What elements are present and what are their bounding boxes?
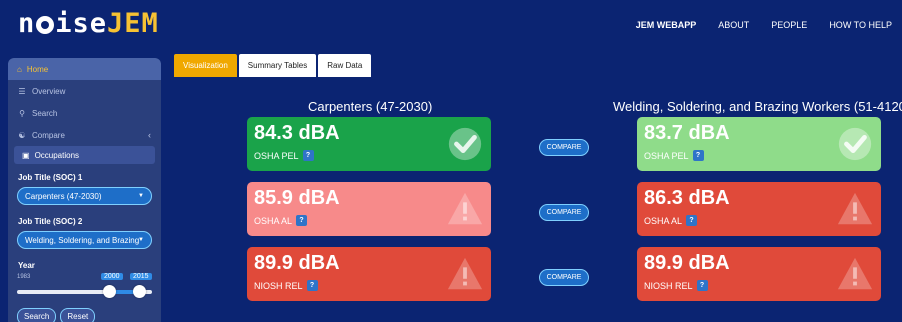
job1-label: Job Title (SOC) 1 (18, 173, 83, 182)
slider-thumb-from[interactable] (103, 285, 116, 298)
sidebar-item-compare[interactable]: ☯ Compare ‹ (8, 124, 161, 146)
sidebar-item-overview[interactable]: ☰ Overview (8, 80, 161, 102)
logo-text-ise: ise (55, 8, 108, 39)
standard-label: OSHA PEL? (644, 150, 704, 161)
standard-label: OSHA AL? (254, 215, 308, 226)
help-icon[interactable]: ? (696, 280, 708, 291)
help-icon[interactable]: ? (306, 280, 318, 291)
tab-summary-tables[interactable]: Summary Tables (238, 54, 317, 77)
standard-name: OSHA AL (254, 215, 293, 226)
sidebar-item-home[interactable]: ⌂ Home (8, 58, 161, 80)
sidebar-actions: Search Reset (17, 308, 152, 322)
nav-how-to-help[interactable]: HOW TO HELP (829, 20, 892, 30)
slider-to-tag: 2015 (130, 273, 152, 280)
compare-button-niosh-rel[interactable]: COMPARE (539, 269, 589, 286)
year-range-slider[interactable]: 1983 2000 2015 (17, 272, 152, 304)
caret-down-icon: ▼ (138, 193, 144, 199)
slider-from-tag: 2000 (101, 273, 123, 280)
caret-down-icon: ▼ (138, 237, 144, 243)
main-nav: JEM WEBAPP ABOUT PEOPLE HOW TO HELP (636, 20, 892, 30)
right-card-osha-al: 86.3 dBA OSHA AL? (637, 182, 881, 236)
help-icon[interactable]: ? (692, 150, 704, 161)
standard-name: OSHA PEL (644, 150, 689, 161)
job1-selected-value: Carpenters (47-2030) (25, 191, 102, 201)
right-card-niosh-rel: 89.9 dBA NIOSH REL? (637, 247, 881, 301)
warning-triangle-icon (837, 257, 873, 290)
logo-text-jem: JEM (107, 8, 159, 39)
left-card-osha-al: 85.9 dBA OSHA AL? (247, 182, 491, 236)
standard-label: NIOSH REL? (254, 280, 318, 291)
sidebar-item-label: Search (32, 108, 58, 118)
sidebar-item-search[interactable]: ⚲ Search (8, 102, 161, 124)
tab-visualization[interactable]: Visualization (174, 54, 237, 77)
tab-raw-data[interactable]: Raw Data (318, 54, 372, 77)
right-card-osha-pel: 83.7 dBA OSHA PEL? (637, 117, 881, 171)
chevron-left-icon: ‹ (148, 130, 151, 140)
left-occupation-title: Carpenters (47-2030) (308, 99, 433, 114)
nav-jem-webapp[interactable]: JEM WEBAPP (636, 20, 697, 30)
compare-button-osha-pel[interactable]: COMPARE (539, 139, 589, 156)
standard-name: OSHA PEL (254, 150, 299, 161)
right-occupation-title: Welding, Soldering, and Brazing Workers … (613, 99, 902, 114)
warning-triangle-icon (837, 192, 873, 225)
warning-triangle-icon (447, 192, 483, 225)
nav-people[interactable]: PEOPLE (771, 20, 807, 30)
help-icon[interactable]: ? (296, 215, 308, 226)
job2-label: Job Title (SOC) 2 (18, 217, 83, 226)
exposure-value: 83.7 dBA (644, 122, 730, 144)
sidebar-item-label: Occupations (34, 150, 80, 160)
exposure-value: 86.3 dBA (644, 187, 730, 209)
job1-select[interactable]: Carpenters (47-2030) ▼ (17, 187, 152, 205)
job2-select[interactable]: Welding, Soldering, and Brazing ▼ (17, 231, 152, 249)
standard-name: OSHA AL (644, 215, 683, 226)
top-navbar: n iseJEM JEM WEBAPP ABOUT PEOPLE HOW TO H… (0, 0, 902, 52)
compare-button-osha-al[interactable]: COMPARE (539, 204, 589, 221)
view-tabs: Visualization Summary Tables Raw Data (174, 54, 372, 77)
help-icon[interactable]: ? (302, 150, 314, 161)
left-card-niosh-rel: 89.9 dBA NIOSH REL? (247, 247, 491, 301)
left-card-osha-pel: 84.3 dBA OSHA PEL? (247, 117, 491, 171)
sidebar-item-label: Home (26, 64, 49, 74)
nav-about[interactable]: ABOUT (718, 20, 749, 30)
standard-label: OSHA AL? (644, 215, 698, 226)
exposure-value: 85.9 dBA (254, 187, 340, 209)
list-icon: ☰ (18, 86, 26, 96)
exposure-value: 84.3 dBA (254, 122, 340, 144)
check-circle-icon (448, 127, 482, 161)
standard-label: OSHA PEL? (254, 150, 314, 161)
compare-icon: ☯ (18, 130, 26, 140)
logo-ear-icon (36, 16, 55, 34)
sidebar: ⌂ Home ☰ Overview ⚲ Search ☯ Compare ‹ ▣… (8, 58, 161, 322)
search-icon: ⚲ (19, 108, 25, 118)
logo-letter-n: n (18, 8, 36, 39)
reset-button[interactable]: Reset (60, 308, 96, 322)
job2-selected-value: Welding, Soldering, and Brazing (25, 235, 140, 245)
briefcase-icon: ▣ (22, 150, 30, 160)
standard-name: NIOSH REL (644, 280, 693, 291)
warning-triangle-icon (447, 257, 483, 290)
search-button[interactable]: Search (17, 308, 57, 322)
sidebar-item-label: Compare (32, 130, 65, 140)
exposure-value: 89.9 dBA (254, 252, 340, 274)
slider-min-value: 1983 (17, 274, 31, 280)
sidebar-item-label: Overview (32, 86, 66, 96)
slider-thumb-to[interactable] (133, 285, 146, 298)
help-icon[interactable]: ? (686, 215, 698, 226)
check-circle-icon (838, 127, 872, 161)
standard-label: NIOSH REL? (644, 280, 708, 291)
standard-name: NIOSH REL (254, 280, 303, 291)
noisejem-logo[interactable]: n iseJEM (18, 8, 159, 39)
home-icon: ⌂ (17, 64, 22, 74)
exposure-value: 89.9 dBA (644, 252, 730, 274)
year-label: Year (18, 261, 35, 270)
sidebar-item-occupations[interactable]: ▣ Occupations (14, 146, 155, 164)
